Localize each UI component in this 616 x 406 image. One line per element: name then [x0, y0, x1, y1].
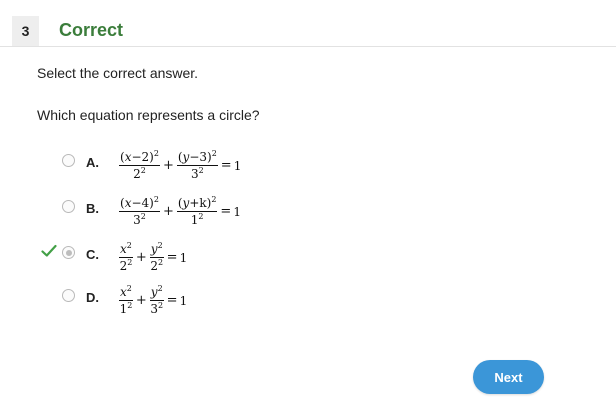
equation: x2 22 + y2 22 = 1 — [119, 241, 188, 273]
fraction: y2 32 — [149, 284, 164, 316]
choice-letter: C. — [86, 247, 99, 262]
question-header: 3 Correct — [0, 0, 616, 47]
fraction: (x−4)2 32 — [119, 195, 160, 227]
fraction: x2 12 — [119, 284, 133, 316]
radio-button[interactable] — [62, 200, 75, 213]
radio-button[interactable] — [62, 246, 75, 259]
choice-letter: B. — [86, 201, 99, 216]
instruction-text: Select the correct answer. — [37, 65, 199, 81]
question-number-badge: 3 — [12, 16, 39, 46]
equation: x2 12 + y2 32 = 1 — [119, 284, 188, 316]
fraction: (y+k)2 12 — [176, 195, 218, 227]
choice-a[interactable]: A. (x−2)2 22 + (y−3)2 32 = 1 — [0, 150, 400, 190]
choice-letter: A. — [86, 155, 99, 170]
choice-letter: D. — [86, 290, 99, 305]
radio-button[interactable] — [62, 289, 75, 302]
radio-button[interactable] — [62, 154, 75, 167]
choice-b[interactable]: B. (x−4)2 32 + (y+k)2 12 = 1 — [0, 196, 400, 236]
fraction: y2 22 — [149, 241, 164, 273]
choice-c[interactable]: C. x2 22 + y2 22 = 1 — [0, 242, 400, 282]
equation: (x−4)2 32 + (y+k)2 12 = 1 — [119, 195, 241, 227]
fraction: (x−2)2 22 — [119, 149, 160, 181]
question-text: Which equation represents a circle? — [37, 107, 260, 123]
result-status: Correct — [59, 20, 124, 40]
checkmark-icon — [41, 244, 57, 263]
fraction: x2 22 — [119, 241, 133, 273]
equation: (x−2)2 22 + (y−3)2 32 = 1 — [119, 149, 242, 181]
choice-d[interactable]: D. x2 12 + y2 32 = 1 — [0, 285, 400, 325]
fraction: (y−3)2 32 — [176, 149, 218, 181]
next-button[interactable]: Next — [473, 360, 544, 394]
